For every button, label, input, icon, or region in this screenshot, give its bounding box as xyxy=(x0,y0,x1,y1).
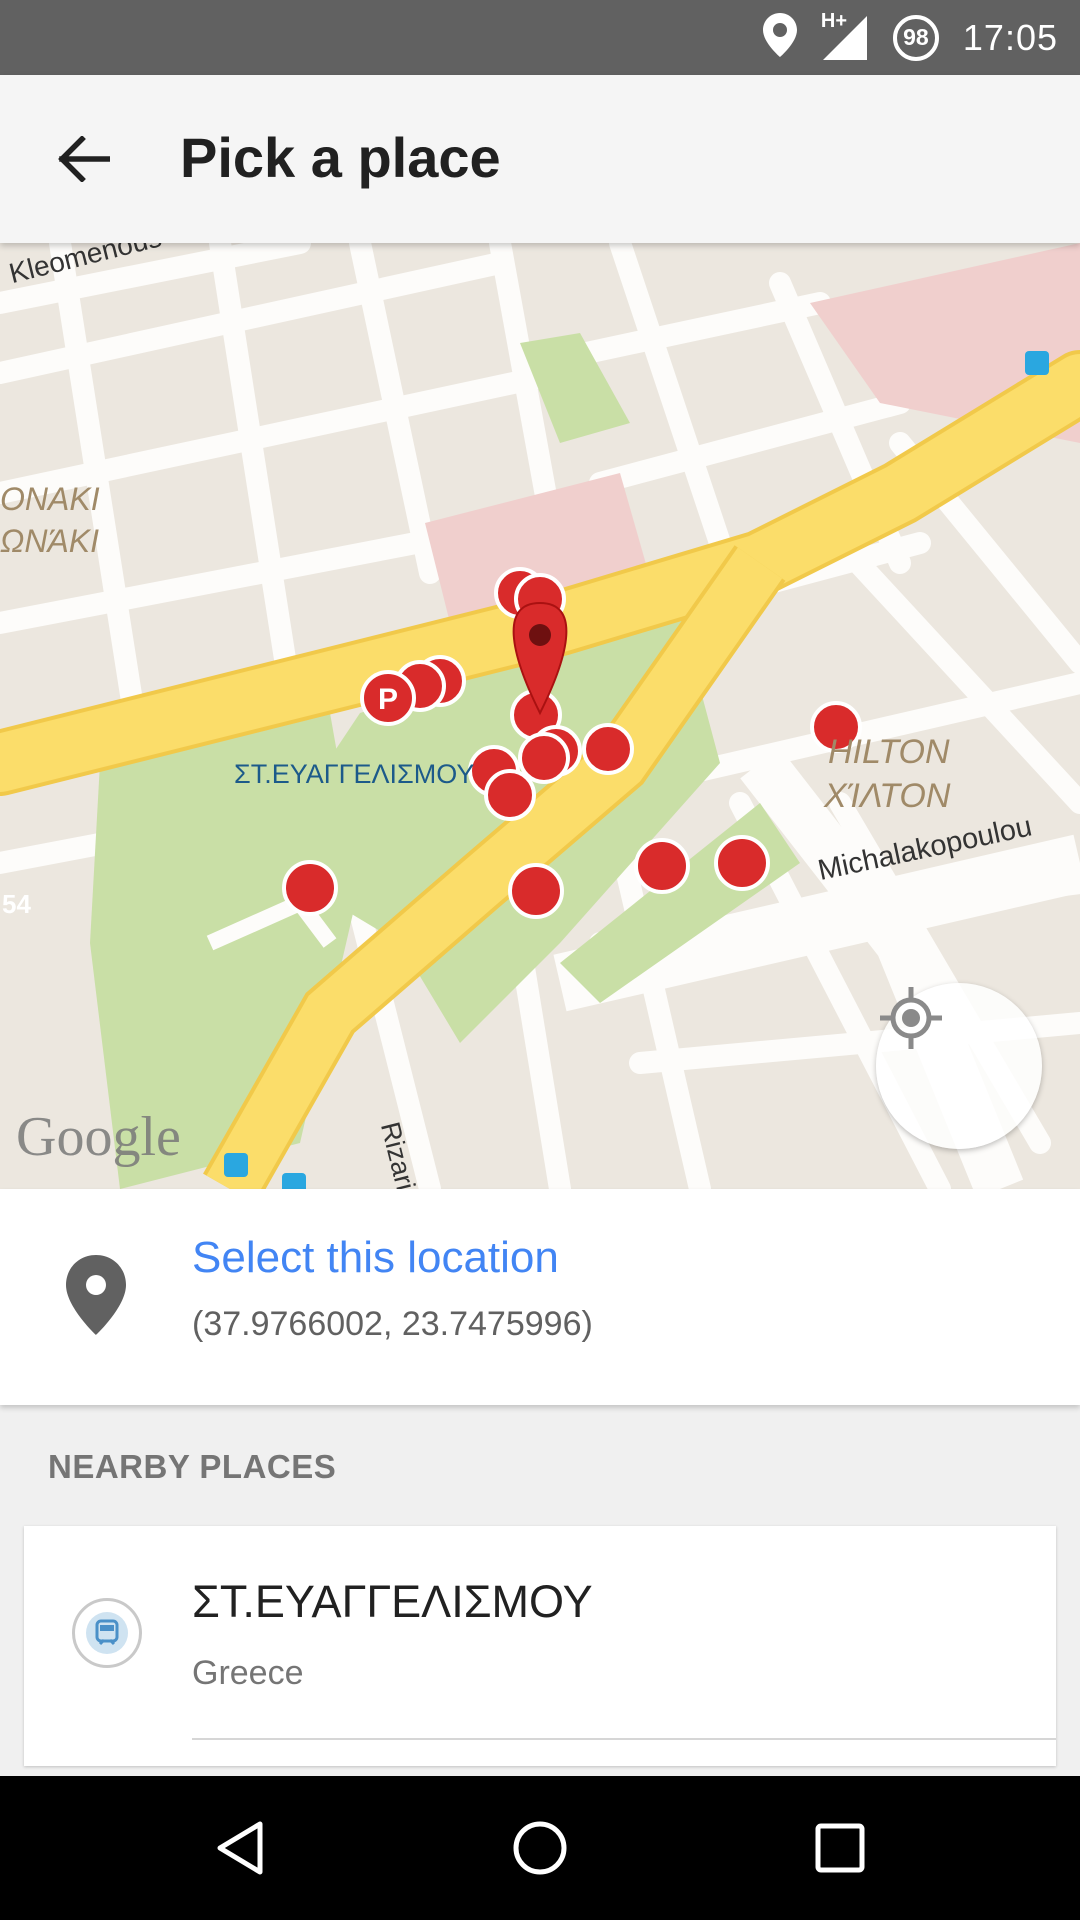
train-icon xyxy=(72,1598,142,1668)
select-location-label: Select this location xyxy=(192,1233,559,1282)
hilton-label-en: HILTON xyxy=(828,733,950,771)
place-name: ΣΤ.ΕΥΑΓΓΕΛΙΣΜΟΥ xyxy=(192,1576,593,1627)
place-subtitle: Greece xyxy=(192,1654,304,1692)
location-coordinates: (37.9766002, 23.7475996) xyxy=(192,1305,593,1343)
divider xyxy=(192,1738,1056,1740)
my-location-button[interactable] xyxy=(876,983,1042,1149)
my-location-icon xyxy=(880,987,942,1049)
recents-square-icon xyxy=(815,1823,865,1873)
home-circle-icon xyxy=(513,1821,567,1875)
select-location-card[interactable]: Select this location (37.9766002, 23.747… xyxy=(0,1189,1080,1405)
status-time: 17:05 xyxy=(962,16,1058,58)
nearby-places-header: NEARBY PLACES xyxy=(48,1448,337,1485)
page-title: Pick a place xyxy=(180,126,501,189)
navigation-bar xyxy=(0,1776,1080,1920)
nav-recents-button[interactable] xyxy=(790,1798,890,1898)
area-label-1: ΟΝΑΚΙ xyxy=(0,481,100,517)
signal-icon: H+ xyxy=(821,10,869,62)
area-label-2: ΩΝΆΚΙ xyxy=(0,523,100,559)
station-label: ΣΤ.ΕΥΑΓΓΕΛΙΣΜΟΥ xyxy=(234,759,475,789)
svg-text:P: P xyxy=(378,683,398,716)
back-triangle-icon xyxy=(217,1821,263,1875)
nav-back-button[interactable] xyxy=(190,1798,290,1898)
google-logo: Google xyxy=(16,1106,181,1168)
map-view[interactable]: P Kleomenous ΟΝΑΚΙ ΩΝΆΚΙ ΣΤ.ΕΥΑΓΓΕΛΙΣΜΟΥ… xyxy=(0,243,1080,1189)
network-type: H+ xyxy=(820,9,848,32)
battery-level: 98 xyxy=(903,24,929,50)
arrow-back-icon xyxy=(58,136,110,182)
back-button[interactable] xyxy=(44,119,124,199)
location-icon xyxy=(762,13,797,62)
place-pin-icon xyxy=(66,1255,126,1340)
status-bar: H+ 98 17:05 xyxy=(0,0,1080,75)
app-bar: Pick a place xyxy=(0,75,1080,243)
battery-icon: 98 xyxy=(892,14,939,61)
road-number-label: 54 xyxy=(2,889,31,919)
hilton-label-gr: ΧΊΛΤΟΝ xyxy=(824,777,951,815)
nav-home-button[interactable] xyxy=(490,1798,590,1898)
nearby-place-item[interactable]: ΣΤ.ΕΥΑΓΓΕΛΙΣΜΟΥ Greece xyxy=(24,1526,1056,1766)
